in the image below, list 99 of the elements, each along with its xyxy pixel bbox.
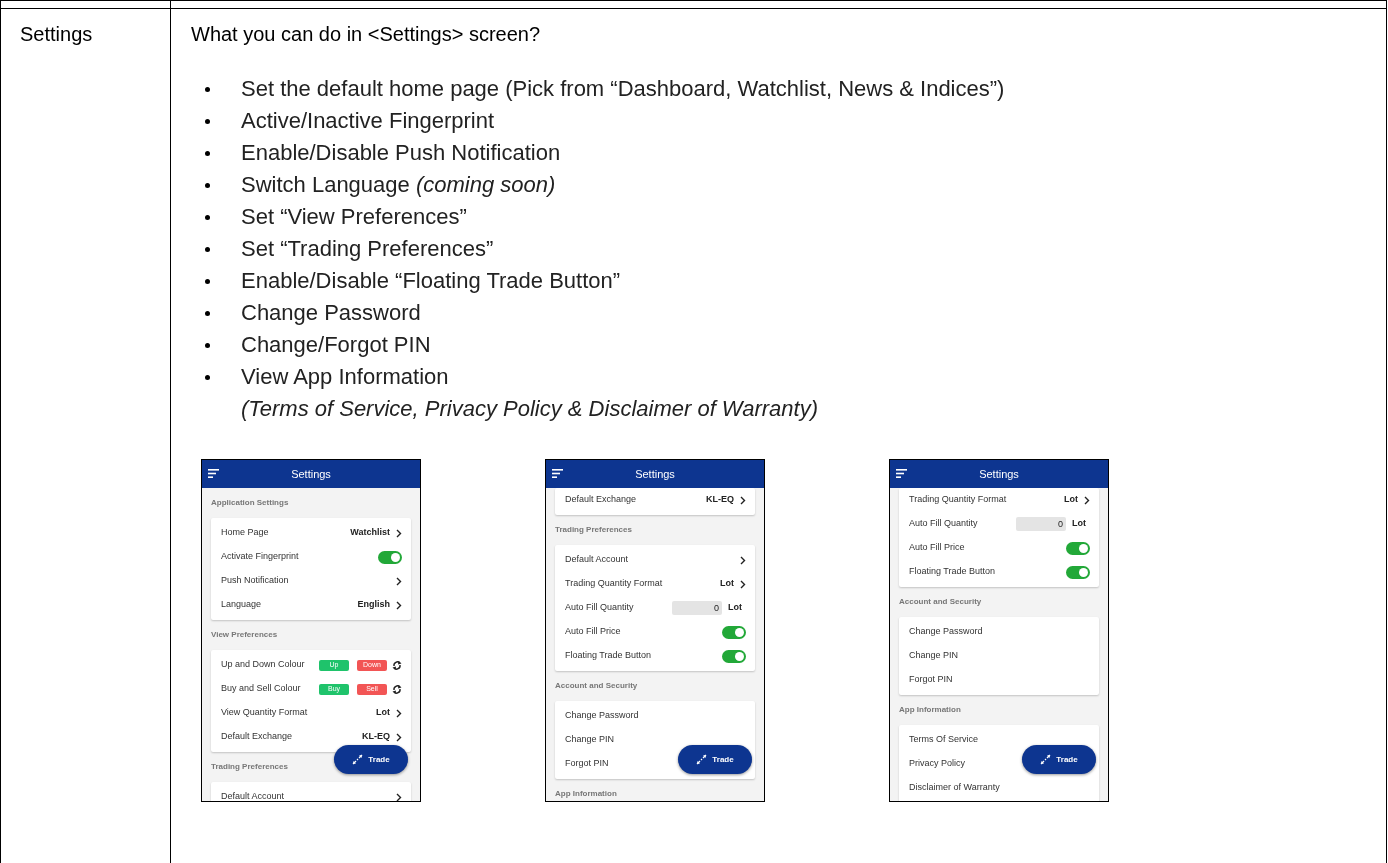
bullet-icon — [205, 182, 210, 188]
bullet-icon — [205, 310, 210, 316]
unit-label: Lot — [1072, 517, 1086, 531]
screen-title: Settings — [291, 466, 331, 482]
list-item-text: Active/Inactive Fingerprint — [241, 107, 495, 135]
setting-value: KL-EQ — [362, 730, 390, 744]
menu-icon — [208, 469, 219, 478]
section-heading: What you can do in <Settings> screen? — [191, 23, 541, 45]
setting-label: Language — [221, 598, 262, 612]
bullet-icon — [205, 374, 210, 380]
setting-label: Auto Fill Price — [909, 541, 965, 555]
list-item-text: Change Password — [241, 299, 421, 327]
toggle-switch[interactable] — [722, 649, 746, 663]
refresh-icon — [392, 659, 402, 671]
setting-label: Change PIN — [909, 649, 959, 663]
trade-button[interactable]: Trade — [1022, 745, 1096, 774]
list-item-text: Set the default home page (Pick from “Dashboard, Watchlist, News & Indices”) — [241, 75, 1005, 103]
setting-label: Floating Trade Button — [565, 649, 652, 663]
setting-value: Lot — [376, 706, 390, 720]
setting-label: Default Exchange — [565, 493, 637, 507]
bullet-icon — [205, 86, 210, 92]
chevron-right-icon — [396, 600, 402, 610]
section-label: Trading Preferences — [211, 761, 288, 773]
chevron-right-icon — [396, 708, 402, 718]
setting-label: Forgot PIN — [909, 673, 953, 687]
setting-label: Change PIN — [565, 733, 615, 747]
section-label: App Information — [555, 788, 617, 800]
bullet-icon — [205, 342, 210, 348]
trade-button[interactable]: Trade — [334, 745, 408, 774]
bullet-icon — [205, 278, 210, 284]
toggle-switch[interactable] — [1066, 541, 1090, 555]
screen-title: Settings — [635, 466, 675, 482]
setting-label: Default Account — [565, 553, 629, 567]
bullet-icon — [205, 214, 210, 220]
quantity-field[interactable]: 0 — [672, 601, 722, 615]
trade-icon — [1040, 754, 1052, 765]
bullet-icon — [205, 150, 210, 156]
setting-label: Terms Of Service — [909, 733, 978, 747]
trade-button[interactable]: Trade — [678, 745, 752, 774]
chevron-right-icon — [1084, 495, 1090, 505]
chevron-right-icon — [740, 555, 746, 565]
chevron-right-icon — [396, 528, 402, 538]
section-label: Account and Security — [555, 680, 638, 692]
toggle-switch[interactable] — [378, 550, 402, 564]
setting-label: Auto Fill Quantity — [565, 601, 634, 615]
setting-value: Lot — [1064, 493, 1078, 507]
bullet-icon — [205, 118, 210, 124]
trade-icon — [352, 754, 364, 765]
setting-label: Buy and Sell Colour — [221, 682, 301, 696]
setting-label: Disclaimer of Warranty — [909, 781, 1000, 795]
refresh-icon — [392, 683, 402, 695]
screen-title: Settings — [979, 466, 1019, 482]
section-label: Trading Preferences — [555, 524, 632, 536]
setting-label: Default Account — [221, 790, 285, 801]
section-label: View Preferences — [211, 629, 278, 641]
trade-icon — [696, 754, 708, 765]
section-label: Application Settings — [211, 497, 289, 509]
setting-label: Floating Trade Button — [909, 565, 996, 579]
chevron-right-icon — [396, 792, 402, 801]
setting-label: Default Exchange — [221, 730, 293, 744]
menu-icon — [552, 469, 563, 478]
list-item-note: (Terms of Service, Privacy Policy & Disclaimer of Warranty) — [241, 395, 819, 423]
setting-label: Activate Fingerprint — [221, 550, 299, 564]
chevron-right-icon — [396, 732, 402, 742]
setting-label: Change Password — [565, 709, 639, 723]
setting-label: Up and Down Colour — [221, 658, 305, 672]
setting-label: Auto Fill Quantity — [909, 517, 978, 531]
setting-label: View Quantity Format — [221, 706, 308, 720]
menu-icon — [896, 469, 907, 478]
list-item-text: Set “Trading Preferences” — [241, 235, 494, 263]
quantity-field[interactable]: 0 — [1016, 517, 1066, 531]
setting-value: Watchlist — [350, 526, 390, 540]
chevron-right-icon — [396, 576, 402, 586]
setting-value: KL-EQ — [706, 493, 734, 507]
list-item-text: View App Information — [241, 363, 450, 391]
unit-label: Lot — [728, 601, 742, 615]
chevron-right-icon — [740, 579, 746, 589]
chevron-right-icon — [740, 495, 746, 505]
list-item-text: Switch Language (coming soon) — [241, 171, 556, 199]
section-label: Account and Security — [899, 596, 982, 608]
setting-label: Trading Quantity Format — [909, 493, 1007, 507]
setting-label: Push Notification — [221, 574, 289, 588]
setting-label: Trading Quantity Format — [565, 577, 663, 591]
toggle-switch[interactable] — [722, 625, 746, 639]
list-item-text: Set “View Preferences” — [241, 203, 467, 231]
toggle-switch[interactable] — [1066, 565, 1090, 579]
setting-label: Forgot PIN — [565, 757, 609, 771]
setting-label: Privacy Policy — [909, 757, 965, 771]
list-item-text: Enable/Disable “Floating Trade Button” — [241, 267, 621, 295]
setting-value: Lot — [720, 577, 734, 591]
setting-label: Change Password — [909, 625, 983, 639]
row-label: Settings — [20, 23, 93, 45]
setting-label: Auto Fill Price — [565, 625, 621, 639]
setting-value: English — [357, 598, 390, 612]
list-item-text: Change/Forgot PIN — [241, 331, 431, 359]
list-item-text: Enable/Disable Push Notification — [241, 139, 561, 167]
section-label: App Information — [899, 704, 961, 716]
setting-label: Home Page — [221, 526, 269, 540]
bullet-icon — [205, 246, 210, 252]
